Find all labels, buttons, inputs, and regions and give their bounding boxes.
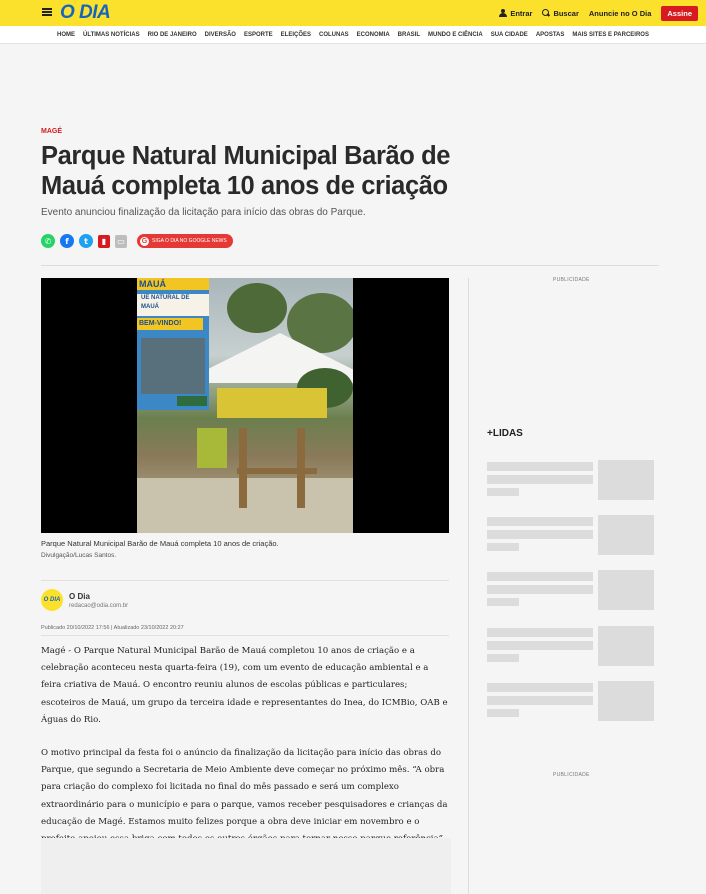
nav-item-brasil[interactable]: BRASIL (398, 32, 420, 38)
photo-stand (217, 388, 327, 418)
photo-image: MAUÁ UE NATURAL DE MAUÁ BEM-VINDO! (137, 278, 353, 533)
bookmark-icon[interactable]: ▮ (98, 234, 110, 248)
banner-picture (141, 338, 205, 394)
whatsapp-icon[interactable]: ✆ (41, 234, 55, 248)
thumbnail (598, 460, 654, 500)
banner-text: UE NATURAL DE MAUÁ (137, 294, 209, 316)
nav-item-home[interactable]: HOME (57, 32, 75, 38)
top-actions: Entrar Buscar Anuncie no O Dia Assine (499, 5, 698, 21)
sidebar-divider (468, 278, 469, 894)
most-read-item[interactable] (487, 460, 654, 500)
author-email[interactable]: redacao@odia.com.br (69, 603, 128, 609)
photo-tree (227, 283, 287, 333)
login-link[interactable]: Entrar (499, 9, 532, 18)
most-read-item[interactable] (487, 626, 654, 666)
banner-footer (177, 396, 207, 406)
advertise-link[interactable]: Anuncie no O Dia (589, 9, 652, 18)
author-info: O Dia redacao@odia.com.br (69, 592, 128, 609)
header-divider (41, 265, 659, 266)
author-divider (41, 580, 449, 581)
nav-item-esporte[interactable]: ESPORTE (244, 32, 273, 38)
most-read-title: +LIDAS (487, 428, 523, 439)
photo-rail (237, 468, 317, 474)
top-bar: O DIA Entrar Buscar Anuncie no O Dia Ass… (0, 0, 706, 26)
nav-item-colunas[interactable]: COLUNAS (319, 32, 349, 38)
search-icon (542, 9, 550, 17)
ad-label-top: PUBLICIDADE (553, 277, 590, 283)
facebook-icon[interactable]: f (60, 234, 74, 248)
thumbnail (598, 626, 654, 666)
thumbnail (598, 570, 654, 610)
photo-stand (197, 428, 227, 468)
article-photo[interactable]: MAUÁ UE NATURAL DE MAUÁ BEM-VINDO! (41, 278, 449, 533)
user-icon (499, 9, 508, 17)
nav-item-rio-de-janeiro[interactable]: RIO DE JANEIRO (148, 32, 197, 38)
publish-dates: Publicado 20/10/2022 17:56 | Atualizado … (41, 625, 184, 631)
photo-banner: MAUÁ UE NATURAL DE MAUÁ BEM-VINDO! (137, 278, 209, 410)
author-block: O DIA O Dia redacao@odia.com.br (41, 589, 128, 611)
main-nav: HOME ÚLTIMAS NOTÍCIAS RIO DE JANEIRO DIV… (0, 26, 706, 44)
search-label: Buscar (553, 8, 579, 18)
nav-item-economia[interactable]: ECONOMIA (357, 32, 390, 38)
most-read-item[interactable] (487, 570, 654, 610)
google-news-label: SIGA O DIA NO GOOGLE NEWS (152, 238, 227, 244)
article-category[interactable]: MAGÉ (41, 128, 62, 135)
thumbnail (598, 681, 654, 721)
nav-item-ultimas-noticias[interactable]: ÚLTIMAS NOTÍCIAS (83, 32, 140, 38)
article-title: Parque Natural Municipal Barão de Mauá c… (41, 142, 451, 200)
nav-item-mais-sites[interactable]: MAIS SITES E PARCEIROS (572, 32, 649, 38)
nav-item-mundo-e-ciencia[interactable]: MUNDO E CIÊNCIA (428, 32, 483, 38)
google-icon: G (140, 236, 149, 246)
subscribe-button[interactable]: Assine (661, 5, 698, 21)
thumbnail (598, 515, 654, 555)
photo-caption: Parque Natural Municipal Barão de Mauá c… (41, 539, 279, 548)
login-label: Entrar (510, 8, 533, 18)
nav-item-sua-cidade[interactable]: SUA CIDADE (491, 32, 528, 38)
author-name[interactable]: O Dia (69, 592, 128, 601)
photo-credit: Divulgação/Lucas Santos. (41, 552, 117, 559)
most-read-item[interactable] (487, 681, 654, 721)
nav-item-diversao[interactable]: DIVERSÃO (205, 32, 236, 38)
search-link[interactable]: Buscar (542, 8, 579, 18)
menu-icon[interactable] (42, 8, 52, 16)
body-paragraph: Magé - O Parque Natural Municipal Barão … (41, 646, 448, 725)
google-news-button[interactable]: G SIGA O DIA NO GOOGLE NEWS (137, 234, 233, 248)
comment-icon[interactable]: ▭ (115, 234, 127, 248)
most-read-item[interactable] (487, 515, 654, 555)
embed-placeholder (41, 838, 451, 894)
share-bar: ✆ f t ▮ ▭ G SIGA O DIA NO GOOGLE NEWS (41, 234, 233, 248)
banner-head: MAUÁ (137, 278, 209, 290)
article-subtitle: Evento anunciou finalização da licitação… (41, 207, 366, 218)
twitter-icon[interactable]: t (79, 234, 93, 248)
banner-welcome: BEM-VINDO! (137, 318, 203, 330)
avatar[interactable]: O DIA (41, 589, 63, 611)
nav-item-apostas[interactable]: APOSTAS (536, 32, 565, 38)
ad-label-bottom: PUBLICIDADE (553, 772, 590, 778)
article-body: Magé - O Parque Natural Municipal Barão … (41, 643, 451, 865)
dates-divider (41, 635, 449, 636)
nav-item-eleicoes[interactable]: ELEIÇÕES (281, 32, 311, 38)
site-logo[interactable]: O DIA (60, 2, 111, 24)
